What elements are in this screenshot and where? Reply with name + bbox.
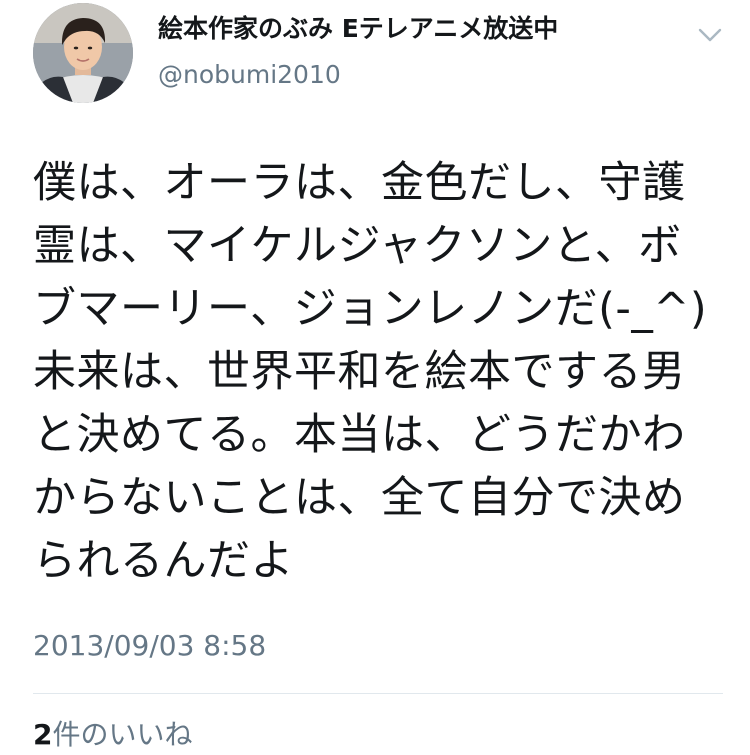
tweet-timestamp[interactable]: 2013/09/03 8:58 [33, 626, 266, 666]
author-display-name[interactable]: 絵本作家のぶみ Eテレアニメ放送中 [158, 12, 678, 46]
profile-photo-icon [33, 3, 133, 103]
tweet-card: 絵本作家のぶみ Eテレアニメ放送中 @nobumi2010 僕は、オーラは、金色… [0, 0, 750, 751]
likes-count: 2 [33, 718, 53, 751]
tweet-menu-button[interactable] [697, 26, 723, 44]
author-header: 絵本作家のぶみ Eテレアニメ放送中 @nobumi2010 [158, 12, 678, 92]
author-avatar[interactable] [33, 3, 133, 103]
tweet-text: 僕は、オーラは、金色だし、守護霊は、マイケルジャクソンと、ボブマーリー、ジョンレ… [33, 158, 708, 586]
chevron-down-icon [698, 28, 722, 42]
likes-stat[interactable]: 2件のいいね [33, 715, 193, 755]
divider [33, 693, 723, 694]
likes-label: 件のいいね [52, 718, 193, 751]
author-handle[interactable]: @nobumi2010 [158, 58, 678, 92]
